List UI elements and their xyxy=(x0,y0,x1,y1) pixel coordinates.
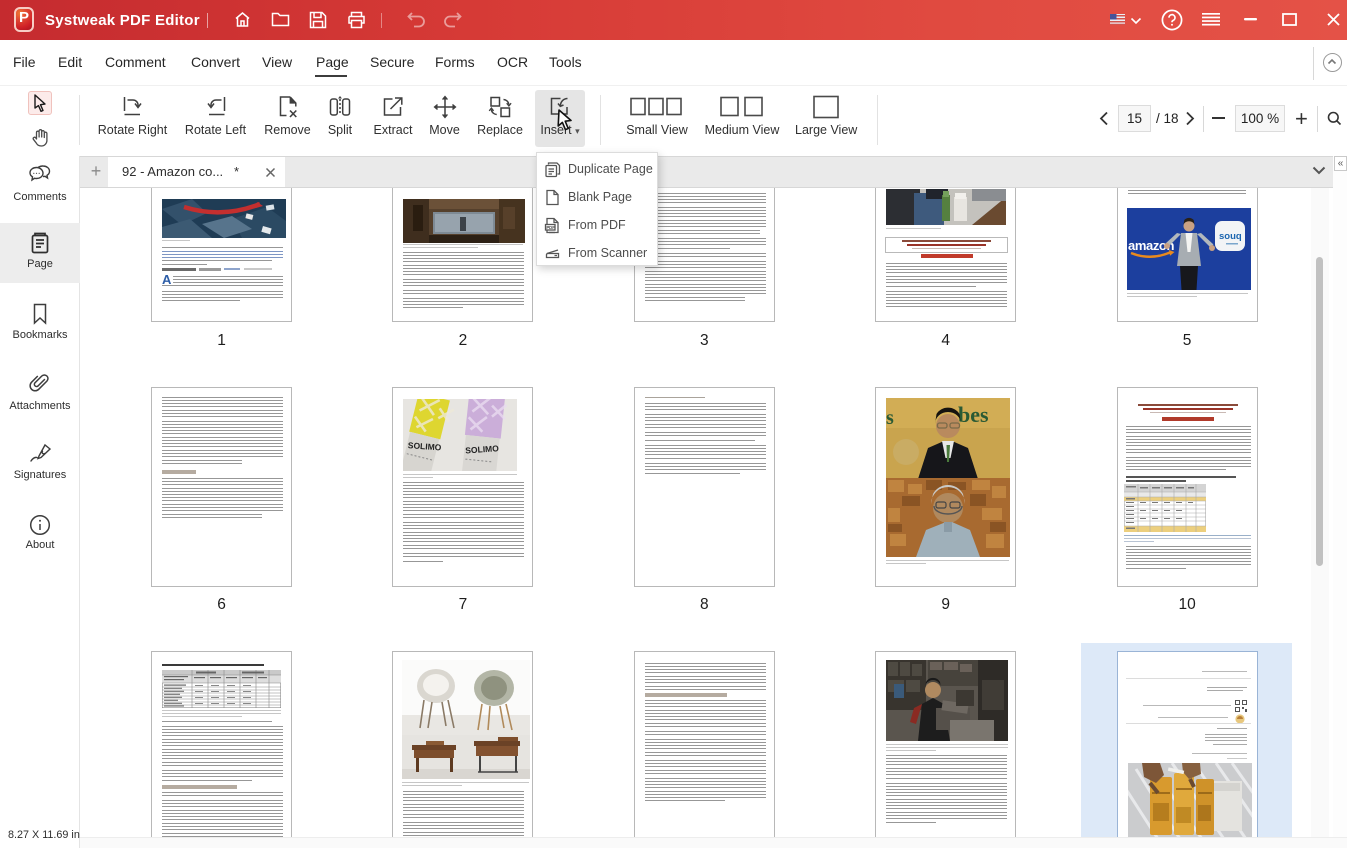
svg-text:s: s xyxy=(886,407,894,429)
svg-text:souq: souq xyxy=(1219,231,1242,242)
svg-text:bes: bes xyxy=(958,402,989,427)
svg-text:PDF: PDF xyxy=(546,225,555,230)
